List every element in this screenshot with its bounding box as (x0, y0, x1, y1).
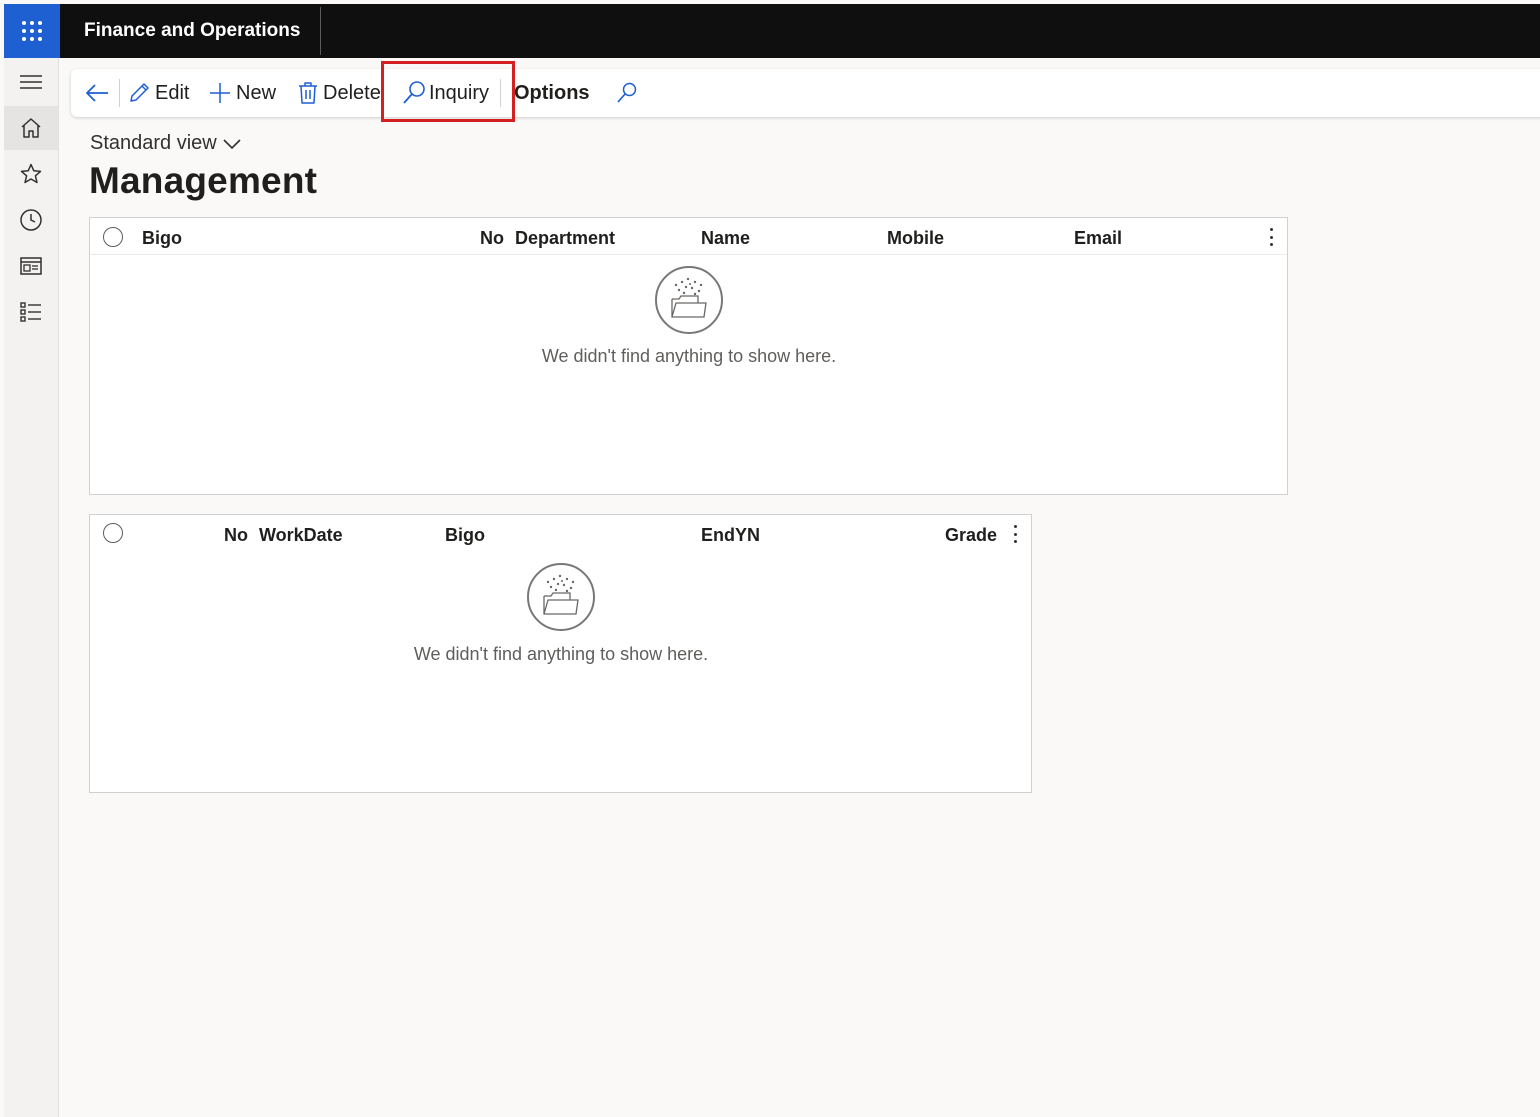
star-icon (20, 163, 42, 184)
column-header-mobile[interactable]: Mobile (887, 218, 944, 255)
management-grid: Bigo No Department Name Mobile Email We … (89, 217, 1288, 495)
edit-button[interactable]: Edit (127, 69, 189, 117)
options-tab[interactable]: Options (514, 69, 590, 117)
plus-icon (210, 83, 230, 103)
page-title: Management (89, 160, 318, 201)
inquiry-tab[interactable]: Inquiry (401, 69, 489, 117)
search-icon (403, 81, 425, 104)
hamburger-icon (20, 75, 42, 89)
new-button[interactable]: New (208, 69, 276, 117)
action-pane: Edit New Delete Inquiry Options (71, 69, 1540, 117)
view-selector[interactable]: Standard view (90, 132, 243, 155)
column-header-workdate[interactable]: WorkDate (259, 515, 343, 552)
nav-modules-button[interactable] (4, 290, 58, 334)
clock-icon (20, 209, 42, 231)
grid-options-menu[interactable] (1265, 228, 1277, 246)
workdate-grid: No WorkDate Bigo EndYN Grade We didn't f… (89, 514, 1032, 793)
column-header-department[interactable]: Department (515, 218, 615, 255)
title-divider (320, 7, 321, 55)
column-header-no[interactable]: No (224, 515, 248, 552)
nav-favorites-button[interactable] (4, 152, 58, 196)
empty-message: We didn't find anything to show here. (541, 346, 837, 366)
column-header-no[interactable]: No (480, 218, 504, 255)
column-header-bigo[interactable]: Bigo (445, 515, 485, 552)
action-search-button[interactable] (615, 69, 643, 117)
top-bar: Finance and Operations (4, 4, 1540, 58)
select-all-radio[interactable] (103, 523, 123, 543)
view-selector-label: Standard view (90, 132, 217, 154)
edit-label: Edit (155, 81, 190, 104)
app-title[interactable]: Finance and Operations (84, 4, 300, 58)
nav-toggle-button[interactable] (4, 60, 58, 104)
workspace-icon (20, 257, 42, 275)
pencil-icon (130, 83, 149, 102)
separator (500, 79, 501, 107)
empty-folder-icon (655, 266, 723, 334)
column-header-name[interactable]: Name (701, 218, 750, 255)
empty-folder-icon (527, 563, 595, 631)
column-header-bigo[interactable]: Bigo (142, 218, 182, 255)
grid-header: Bigo No Department Name Mobile Email (90, 218, 1287, 255)
delete-button[interactable]: Delete (297, 69, 381, 117)
delete-label: Delete (323, 81, 381, 104)
new-label: New (236, 81, 277, 104)
chevron-down-icon (223, 138, 241, 149)
navigation-pane (4, 58, 59, 1117)
search-icon (617, 82, 637, 103)
column-header-endyn[interactable]: EndYN (701, 515, 760, 552)
column-header-grade[interactable]: Grade (945, 515, 997, 552)
trash-icon (299, 82, 317, 104)
nav-workspaces-button[interactable] (4, 244, 58, 288)
home-icon (21, 118, 41, 138)
separator (119, 79, 120, 107)
select-all-radio[interactable] (103, 227, 123, 247)
back-button[interactable] (83, 69, 115, 117)
grid-options-menu[interactable] (1009, 525, 1021, 543)
back-arrow-icon (86, 84, 108, 102)
nav-recent-button[interactable] (4, 198, 58, 242)
column-header-email[interactable]: Email (1074, 218, 1122, 255)
options-label: Options (514, 81, 590, 104)
waffle-icon (22, 21, 42, 41)
modules-list-icon (20, 302, 41, 322)
inquiry-label: Inquiry (429, 81, 490, 104)
grid-header: No WorkDate Bigo EndYN Grade (90, 515, 1031, 552)
app-launcher-button[interactable] (4, 4, 60, 58)
nav-home-button[interactable] (4, 106, 58, 150)
empty-message: We didn't find anything to show here. (413, 644, 709, 664)
